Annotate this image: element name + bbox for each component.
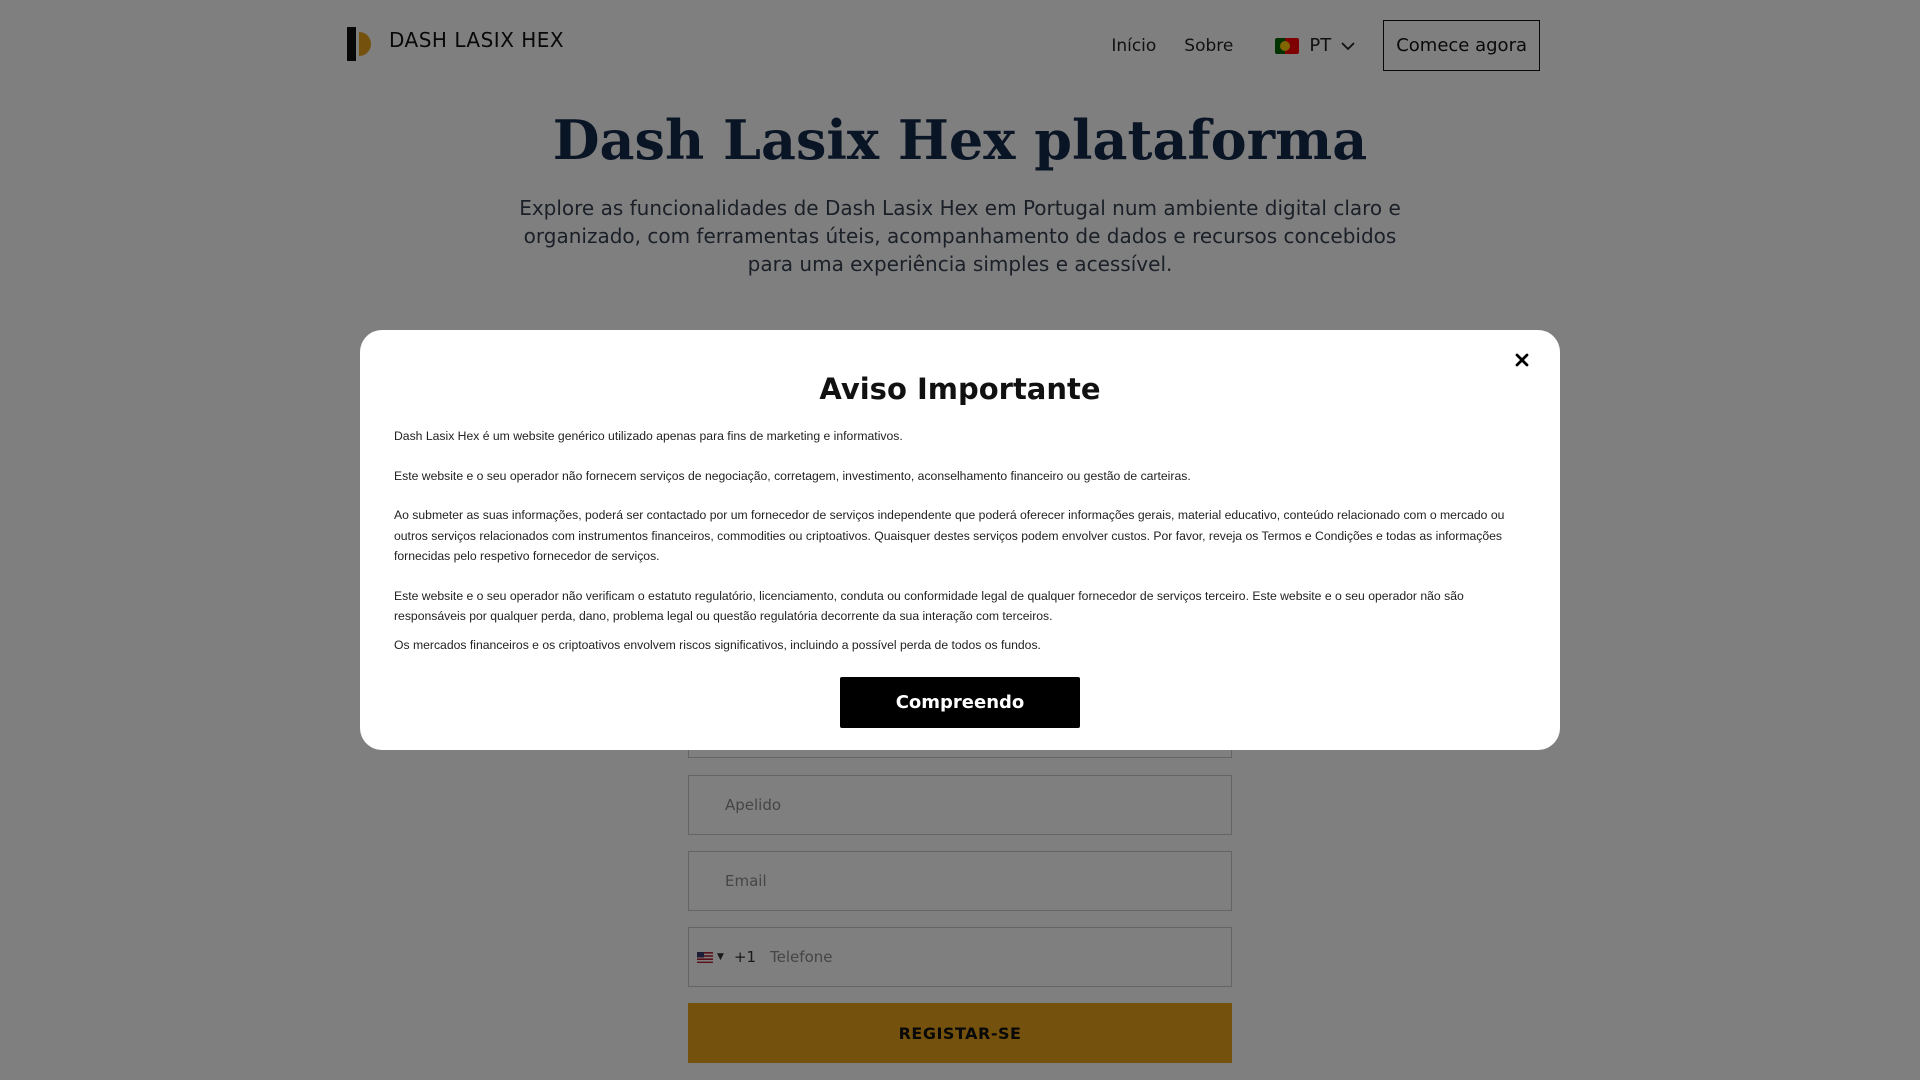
modal-title: Aviso Importante [819,372,1101,406]
understand-button[interactable]: Compreendo [840,677,1080,728]
disclaimer-paragraph: Os mercados financeiros e os criptoativo… [394,637,1041,652]
disclaimer-paragraph: Ao submeter as suas informações, poderá … [394,508,1505,563]
disclaimer-paragraph: Este website e o seu operador não fornec… [394,468,1191,483]
disclaimer-modal: Aviso Importante Dash Lasix Hex é um web… [360,330,1560,750]
disclaimer-paragraph: Este website e o seu operador não verifi… [394,588,1464,624]
modal-body: Dash Lasix Hex é um website genérico uti… [394,426,1526,655]
close-button[interactable] [1512,350,1532,370]
disclaimer-paragraph: Dash Lasix Hex é um website genérico uti… [394,429,903,443]
close-icon [1515,353,1529,367]
